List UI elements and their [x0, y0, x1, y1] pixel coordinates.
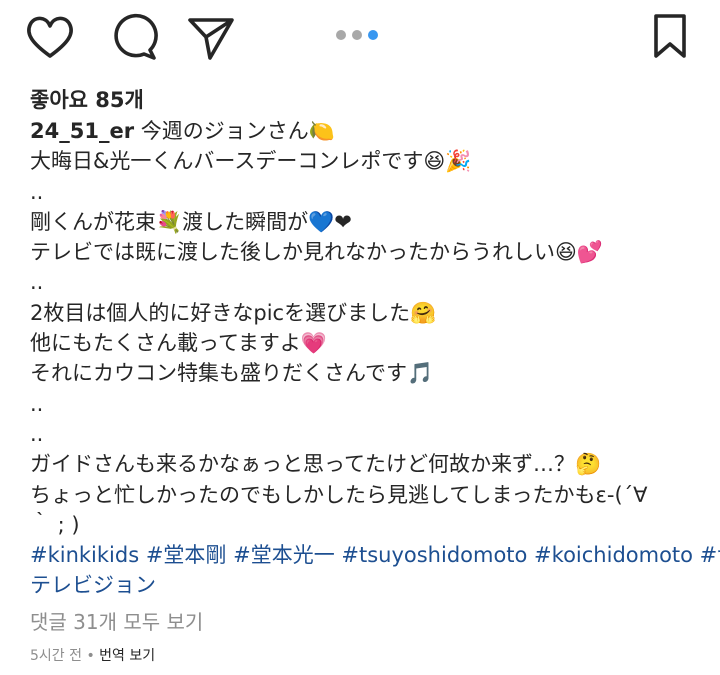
view-all-comments-link[interactable]: 댓글 31개 모두 보기	[30, 606, 203, 635]
caption-line: ..	[30, 179, 44, 204]
post-time: 5시간 전	[30, 648, 82, 664]
hashtags[interactable]: #kinkikids #堂本剛 #堂本光一 #tsuyoshidomoto #k…	[30, 540, 720, 570]
carousel-indicator	[336, 30, 378, 42]
meta-separator: •	[82, 648, 100, 664]
post-caption: 24_51_er 今週のジョンさん🍋 大晦日&光一くんバースデーコンレポです😆🎉…	[30, 116, 720, 601]
action-bar	[0, 0, 720, 75]
comment-icon[interactable]	[106, 12, 158, 62]
caption-line: 剛くんが花束💐渡した瞬間が💙❤	[30, 209, 352, 234]
caption-line: 今週のジョンさん🍋	[134, 119, 335, 143]
carousel-dot	[336, 30, 346, 40]
hashtags[interactable]: テレビジョン	[30, 570, 690, 600]
caption-line: ..	[30, 421, 44, 446]
caption-line: ..	[30, 391, 44, 416]
caption-line: 他にもたくさん載ってますよ💗	[30, 331, 328, 356]
likes-count[interactable]: 좋아요 85개	[30, 84, 144, 114]
heart-icon[interactable]	[24, 12, 76, 62]
bookmark-icon[interactable]	[650, 12, 690, 62]
caption-line: 2枚目は個人的に好きなpicを選びました🤗	[30, 300, 437, 325]
caption-line: テレビでは既に渡した後しか見れなかったからうれしい😆💕	[30, 240, 604, 265]
post-meta: 5시간 전 • 번역 보기	[30, 645, 155, 665]
caption-line: 大晦日&光一くんバースデーコンレポです😆🎉	[30, 149, 472, 174]
caption-line: ..	[30, 270, 44, 295]
carousel-dot-active	[368, 30, 378, 40]
share-icon[interactable]	[186, 12, 238, 62]
caption-line: ｀ ; )	[30, 512, 80, 537]
caption-username[interactable]: 24_51_er	[30, 119, 134, 143]
translate-link[interactable]: 번역 보기	[99, 648, 155, 664]
caption-line: ちょっと忙しかったのでもしかしたら見逃してしまったかもε-(´∀	[30, 482, 648, 507]
caption-line: ガイドさんも来るかなぁっと思ってたけど何故か来ず…？🤔	[30, 452, 602, 477]
caption-line: それにカウコン特集も盛りだくさんです🎵	[30, 361, 434, 386]
carousel-dot	[352, 30, 362, 40]
